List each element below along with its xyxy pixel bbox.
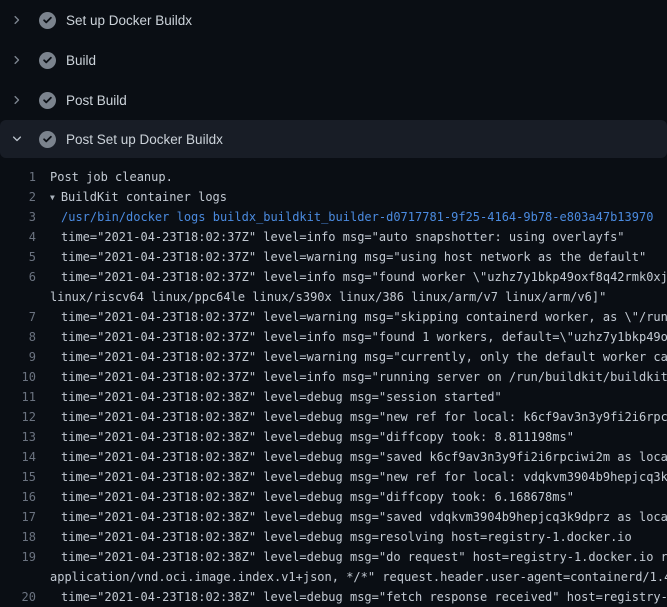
log-line-text: time="2021-04-23T18:02:37Z" level=warnin… bbox=[36, 347, 667, 367]
log-line-text: time="2021-04-23T18:02:37Z" level=info m… bbox=[36, 227, 625, 247]
log-line: 2 ▼ BuildKit container logs bbox=[0, 187, 667, 207]
log-line-text: time="2021-04-23T18:02:38Z" level=debug … bbox=[36, 527, 632, 547]
log-line-text: time="2021-04-23T18:02:38Z" level=debug … bbox=[36, 547, 667, 567]
log-viewer: 1Post job cleanup.2 ▼ BuildKit container l… bbox=[0, 158, 667, 607]
log-line-number[interactable]: 8 bbox=[0, 327, 36, 347]
log-line-text: time="2021-04-23T18:02:37Z" level=warnin… bbox=[36, 307, 667, 327]
check-circle-icon bbox=[39, 12, 56, 29]
log-line-number[interactable]: 5 bbox=[0, 247, 36, 267]
log-line-text: time="2021-04-23T18:02:37Z" level=info m… bbox=[36, 367, 667, 387]
log-line-number[interactable]: 6 bbox=[0, 267, 36, 287]
chevron-right-icon[interactable] bbox=[10, 14, 23, 27]
log-line: 8time="2021-04-23T18:02:37Z" level=info … bbox=[0, 327, 667, 347]
log-line-text: application/vnd.oci.image.index.v1+json,… bbox=[36, 567, 667, 587]
log-line-number[interactable]: 14 bbox=[0, 447, 36, 467]
log-line: 10time="2021-04-23T18:02:37Z" level=info… bbox=[0, 367, 667, 387]
log-line-number[interactable]: 20 bbox=[0, 587, 36, 607]
log-line-text: time="2021-04-23T18:02:38Z" level=debug … bbox=[36, 407, 667, 427]
log-line-text: time="2021-04-23T18:02:38Z" level=debug … bbox=[36, 587, 667, 607]
log-line-number[interactable]: 11 bbox=[0, 387, 36, 407]
log-line-text: time="2021-04-23T18:02:37Z" level=warnin… bbox=[36, 247, 646, 267]
log-line: 15time="2021-04-23T18:02:38Z" level=debu… bbox=[0, 467, 667, 487]
log-line-number[interactable] bbox=[0, 567, 36, 587]
steps-list: Set up Docker Buildx Build Post Build Post … bbox=[0, 0, 667, 158]
log-line-number[interactable]: 2 bbox=[0, 187, 36, 207]
log-command-text: /usr/bin/docker logs buildx_buildkit_bui… bbox=[36, 207, 653, 227]
chevron-right-icon[interactable] bbox=[10, 54, 23, 67]
log-line-number[interactable]: 12 bbox=[0, 407, 36, 427]
log-line-text: time="2021-04-23T18:02:37Z" level=info m… bbox=[36, 267, 667, 287]
check-circle-icon bbox=[39, 131, 56, 148]
log-line-text: time="2021-04-23T18:02:38Z" level=debug … bbox=[36, 487, 574, 507]
step-label: Post Build bbox=[66, 93, 127, 108]
log-line: application/vnd.oci.image.index.v1+json,… bbox=[0, 567, 667, 587]
step-row-post-set-up-docker-buildx[interactable]: Post Set up Docker Buildx bbox=[0, 120, 667, 158]
step-label: Build bbox=[66, 53, 96, 68]
log-line: 17time="2021-04-23T18:02:38Z" level=debu… bbox=[0, 507, 667, 527]
log-line: 18time="2021-04-23T18:02:38Z" level=debu… bbox=[0, 527, 667, 547]
log-line-number[interactable]: 4 bbox=[0, 227, 36, 247]
log-line-text: time="2021-04-23T18:02:38Z" level=debug … bbox=[36, 427, 574, 447]
log-line-number[interactable]: 10 bbox=[0, 367, 36, 387]
log-line-text: linux/riscv64 linux/ppc64le linux/s390x … bbox=[36, 287, 606, 307]
chevron-right-icon[interactable] bbox=[10, 94, 23, 107]
log-line-number[interactable]: 9 bbox=[0, 347, 36, 367]
log-line: 12time="2021-04-23T18:02:38Z" level=debu… bbox=[0, 407, 667, 427]
log-line: 20time="2021-04-23T18:02:38Z" level=debu… bbox=[0, 587, 667, 607]
log-line-text: Post job cleanup. bbox=[36, 167, 173, 187]
log-line-number[interactable]: 1 bbox=[0, 167, 36, 187]
log-line: linux/riscv64 linux/ppc64le linux/s390x … bbox=[0, 287, 667, 307]
log-line-number[interactable]: 18 bbox=[0, 527, 36, 547]
log-line: 13time="2021-04-23T18:02:38Z" level=debu… bbox=[0, 427, 667, 447]
log-line: 1Post job cleanup. bbox=[0, 167, 667, 187]
log-line-text: time="2021-04-23T18:02:38Z" level=debug … bbox=[36, 387, 502, 407]
log-line-number[interactable]: 16 bbox=[0, 487, 36, 507]
log-line-text: ▼ BuildKit container logs bbox=[36, 187, 227, 207]
log-line-text: time="2021-04-23T18:02:38Z" level=debug … bbox=[36, 447, 667, 467]
log-line-text: time="2021-04-23T18:02:38Z" level=debug … bbox=[36, 507, 667, 527]
log-group-title: BuildKit container logs bbox=[61, 190, 227, 204]
log-line: 14time="2021-04-23T18:02:38Z" level=debu… bbox=[0, 447, 667, 467]
log-line-number[interactable] bbox=[0, 287, 36, 307]
group-collapse-caret-icon[interactable]: ▼ bbox=[50, 188, 55, 208]
check-circle-icon bbox=[39, 52, 56, 69]
log-line: 6time="2021-04-23T18:02:37Z" level=info … bbox=[0, 267, 667, 287]
log-line-number[interactable]: 3 bbox=[0, 207, 36, 227]
log-line-number[interactable]: 19 bbox=[0, 547, 36, 567]
log-line: 11time="2021-04-23T18:02:38Z" level=debu… bbox=[0, 387, 667, 407]
log-line-number[interactable]: 17 bbox=[0, 507, 36, 527]
log-line-number[interactable]: 13 bbox=[0, 427, 36, 447]
log-line: 7time="2021-04-23T18:02:37Z" level=warni… bbox=[0, 307, 667, 327]
log-line: 19time="2021-04-23T18:02:38Z" level=debu… bbox=[0, 547, 667, 567]
check-circle-icon bbox=[39, 92, 56, 109]
step-label: Post Set up Docker Buildx bbox=[66, 132, 223, 147]
log-line: 4time="2021-04-23T18:02:37Z" level=info … bbox=[0, 227, 667, 247]
log-line: 9time="2021-04-23T18:02:37Z" level=warni… bbox=[0, 347, 667, 367]
chevron-down-icon[interactable] bbox=[10, 133, 23, 146]
log-line-text: time="2021-04-23T18:02:37Z" level=info m… bbox=[36, 327, 667, 347]
log-line: 5time="2021-04-23T18:02:37Z" level=warni… bbox=[0, 247, 667, 267]
log-line-number[interactable]: 15 bbox=[0, 467, 36, 487]
log-line: 16time="2021-04-23T18:02:38Z" level=debu… bbox=[0, 487, 667, 507]
log-line-number[interactable]: 7 bbox=[0, 307, 36, 327]
step-row-post-build[interactable]: Post Build bbox=[0, 80, 667, 120]
log-line-text: time="2021-04-23T18:02:38Z" level=debug … bbox=[36, 467, 667, 487]
step-row-build[interactable]: Build bbox=[0, 40, 667, 80]
step-label: Set up Docker Buildx bbox=[66, 13, 192, 28]
log-line: 3/usr/bin/docker logs buildx_buildkit_bu… bbox=[0, 207, 667, 227]
step-row-set-up-docker-buildx[interactable]: Set up Docker Buildx bbox=[0, 0, 667, 40]
